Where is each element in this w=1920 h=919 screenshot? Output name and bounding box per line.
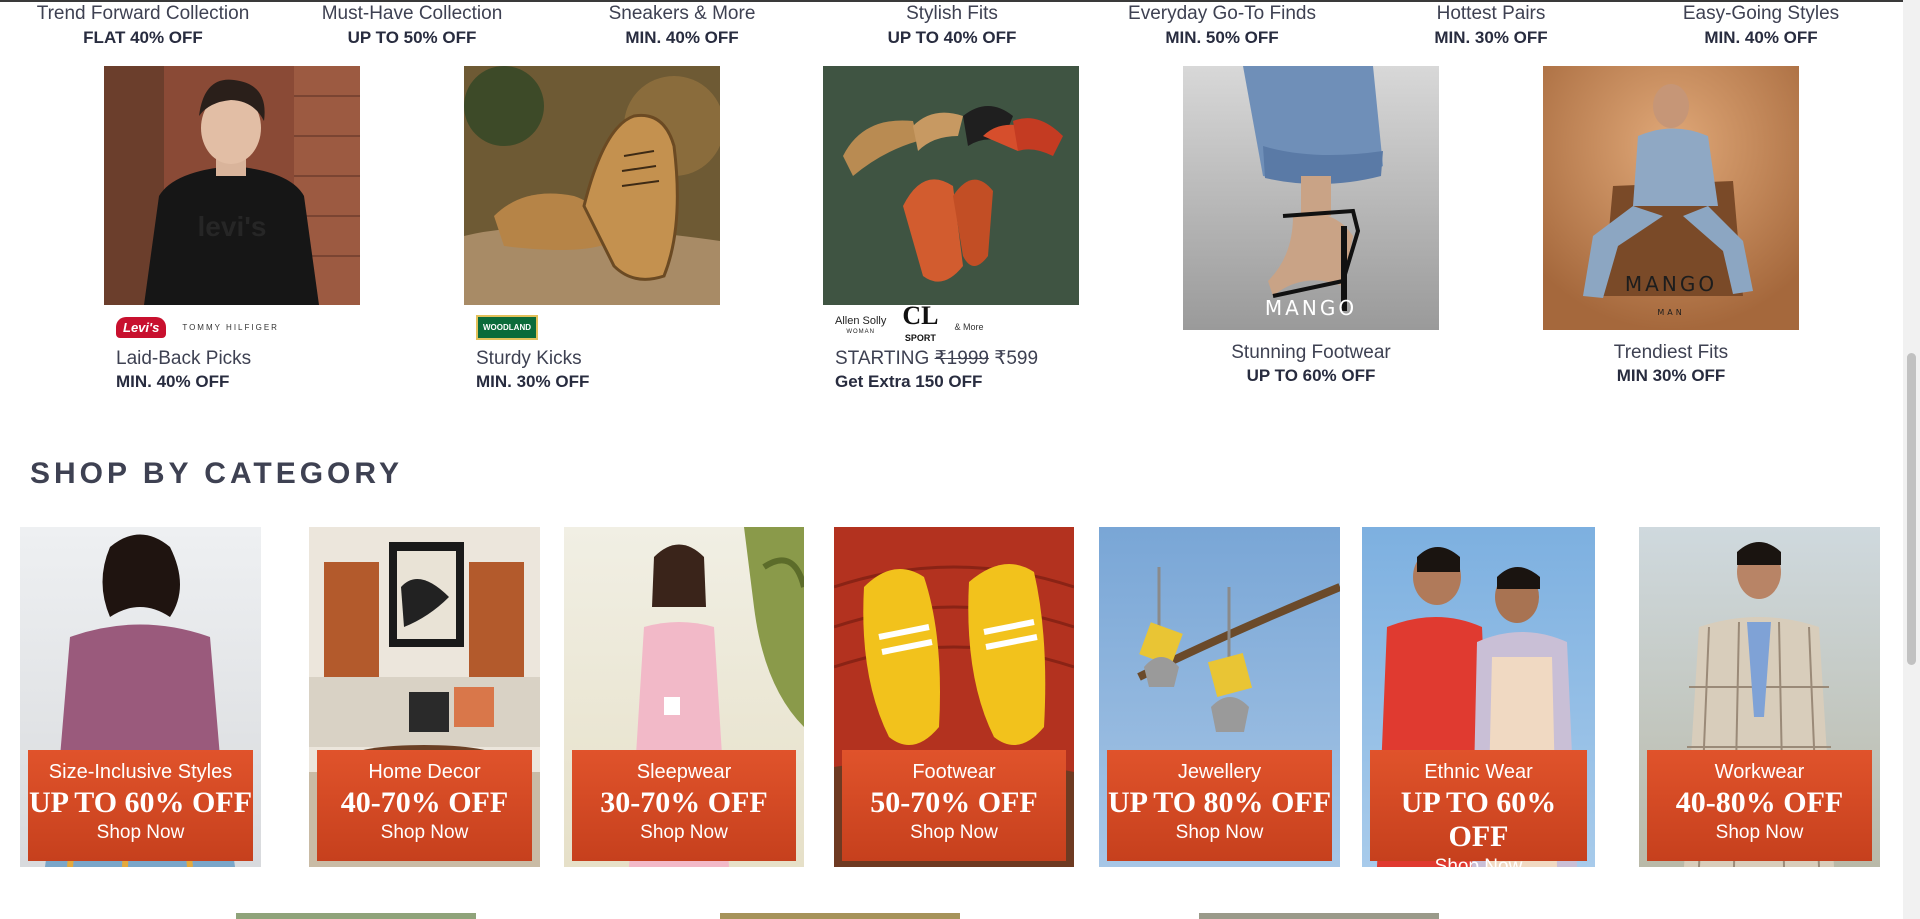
vertical-scrollbar[interactable] [1903,0,1920,919]
category-tile-footwear[interactable]: Footwear 50-70% OFF Shop Now [834,527,1074,867]
woodland-logo: WOODLAND [476,314,538,340]
collection-card[interactable]: Sneakers & More MIN. 40% OFF [562,3,802,51]
collection-card[interactable]: Stylish Fits UP TO 40% OFF [832,3,1072,51]
shop-now-link[interactable]: Shop Now [572,822,796,844]
collection-title: Must-Have Collection [321,3,503,24]
brand-card-trendiest-fits[interactable]: MANGO MAN Trendiest Fits MIN 30% OFF [1543,66,1799,388]
category-offer: UP TO 80% OFF [1107,786,1332,819]
brand-card-starting-price[interactable]: Allen Solly WOMAN CL SPORT & More STARTI… [823,66,1079,394]
brand-card-title: Trendiest Fits [1613,342,1729,363]
brand-logos: WOODLAND [464,310,720,344]
brand-card-title: Laid-Back Picks [116,348,252,369]
collection-title: Sneakers & More [608,3,756,24]
brand-card-image[interactable]: MANGO MAN [1543,66,1799,330]
tommy-hilfiger-logo: TOMMY HILFIGER [182,322,279,332]
collection-title: Trend Forward Collection [36,3,250,24]
category-offer: 40-80% OFF [1675,786,1844,819]
collection-offer: MIN. 30% OFF [1434,28,1548,47]
collection-card[interactable]: Trend Forward Collection FLAT 40% OFF [23,3,263,51]
brand-card-offer: MIN 30% OFF [1616,366,1726,385]
shop-now-link[interactable]: Shop Now [317,822,532,844]
category-banner: Sleepwear 30-70% OFF Shop Now [572,750,796,861]
category-tile-size-inclusive[interactable]: Size-Inclusive Styles UP TO 60% OFF Shop… [20,527,261,867]
brand-card-image[interactable]: levi's [104,66,360,305]
brand-card-offer: MIN. 40% OFF [116,372,230,391]
next-row-tile[interactable] [236,913,476,919]
next-row-tile[interactable] [720,913,960,919]
category-title: Ethnic Wear [1424,761,1533,783]
category-tile-workwear[interactable]: Workwear 40-80% OFF Shop Now [1639,527,1880,867]
category-title: Home Decor [368,761,481,783]
category-banner: Size-Inclusive Styles UP TO 60% OFF Shop… [28,750,253,861]
category-title: Sleepwear [636,761,732,783]
cl-sport-logo: CL SPORT [902,301,939,344]
mango-man-logo: MANGO MAN [1624,272,1718,317]
collection-title: Easy-Going Styles [1682,3,1840,24]
brand-card-image[interactable] [464,66,720,305]
category-offer: 50-70% OFF [870,786,1038,819]
brand-card-image[interactable] [823,66,1079,305]
allen-solly-logo: Allen Solly WOMAN [835,315,887,336]
svg-text:levi's: levi's [198,211,267,242]
brand-logos: Levi's TOMMY HILFIGER [104,310,360,344]
collection-title: Hottest Pairs [1436,3,1546,24]
category-title: Size-Inclusive Styles [48,761,233,783]
collection-offer: MIN. 50% OFF [1165,28,1279,47]
section-title: SHOP BY CATEGORY [30,457,403,490]
price-prefix: STARTING [835,348,930,369]
brand-card-offer: MIN. 30% OFF [476,372,590,391]
category-banner: Footwear 50-70% OFF Shop Now [842,750,1066,861]
category-tile-sleepwear[interactable]: Sleepwear 30-70% OFF Shop Now [564,527,804,867]
collection-card[interactable]: Easy-Going Styles MIN. 40% OFF [1641,3,1881,51]
category-tile-jewellery[interactable]: Jewellery UP TO 80% OFF Shop Now [1099,527,1340,867]
category-banner: Jewellery UP TO 80% OFF Shop Now [1107,750,1332,861]
category-title: Footwear [912,761,996,783]
category-banner: Home Decor 40-70% OFF Shop Now [317,750,532,861]
collection-offer: MIN. 40% OFF [1704,28,1818,47]
brand-card-title: Stunning Footwear [1231,342,1391,363]
collection-offer: MIN. 40% OFF [625,28,739,47]
category-offer: 40-70% OFF [340,786,509,819]
category-offer: UP TO 60% OFF [1400,786,1557,853]
brand-logos: Allen Solly WOMAN CL SPORT & More [823,303,1079,344]
levis-logo: Levi's [116,316,167,338]
brand-card-offer: UP TO 60% OFF [1246,366,1376,385]
brand-card-sturdy-kicks[interactable]: WOODLAND Sturdy Kicks MIN. 30% OFF [464,66,720,394]
more-brands-label: & More [954,322,984,332]
category-offer: 30-70% OFF [600,786,768,819]
category-tile-ethnic-wear[interactable]: Ethnic Wear UP TO 60% OFF Shop Now [1362,527,1595,867]
category-title: Workwear [1714,761,1805,783]
collection-offer: FLAT 40% OFF [83,28,203,47]
brand-card-image[interactable]: MANGO [1183,66,1439,330]
collection-card[interactable]: Must-Have Collection UP TO 50% OFF [292,3,532,51]
category-offer: UP TO 60% OFF [28,786,253,819]
brand-card-laid-back[interactable]: levi's Levi's TOMMY HILFIGER Laid-Back P… [104,66,360,394]
category-banner: Ethnic Wear UP TO 60% OFF Shop Now [1370,750,1587,867]
next-row-tile[interactable] [1199,913,1439,919]
collection-card[interactable]: Hottest Pairs MIN. 30% OFF [1371,3,1611,51]
shop-now-link[interactable]: Shop Now [1107,822,1332,844]
brand-card-stunning-footwear[interactable]: MANGO Stunning Footwear UP TO 60% OFF [1183,66,1439,388]
category-tile-home-decor[interactable]: Home Decor 40-70% OFF Shop Now [309,527,540,867]
collection-title: Stylish Fits [906,3,998,24]
shop-now-link[interactable]: Shop Now [1370,856,1587,867]
scrollbar-thumb[interactable] [1907,353,1916,665]
shop-now-link[interactable]: Shop Now [1647,822,1872,844]
price-old: ₹1999 [934,348,989,369]
collection-card[interactable]: Everyday Go-To Finds MIN. 50% OFF [1102,3,1342,51]
price-new: ₹599 [994,348,1039,369]
top-collection-row: Trend Forward Collection FLAT 40% OFF Mu… [0,3,1903,53]
collection-offer: UP TO 40% OFF [887,28,1017,47]
shop-now-link[interactable]: Shop Now [28,822,253,844]
category-banner: Workwear 40-80% OFF Shop Now [1647,750,1872,861]
category-title: Jewellery [1177,761,1262,783]
top-divider [0,0,1903,2]
brand-card-offer: Get Extra 150 OFF [835,372,983,391]
collection-offer: UP TO 50% OFF [347,28,477,47]
shop-now-link[interactable]: Shop Now [842,822,1066,844]
brand-card-title: STARTING ₹1999 ₹599 [823,348,1079,370]
collection-title: Everyday Go-To Finds [1128,3,1316,24]
mango-logo: MANGO [1264,296,1358,320]
brand-card-title: Sturdy Kicks [476,348,582,369]
